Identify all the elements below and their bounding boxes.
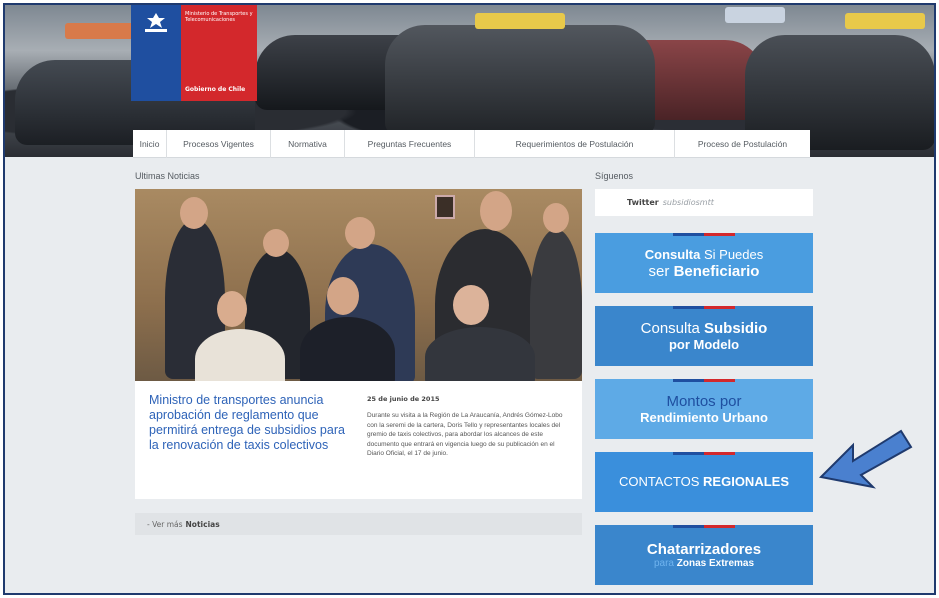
check-eligibility-button[interactable]: Consulta Si Puedes ser Beneficiario (595, 233, 813, 293)
car-image (385, 25, 655, 135)
news-section-title: Ultimas Noticias (135, 171, 200, 181)
nav-item-proceso-postulacion[interactable]: Proceso de Postulación (675, 130, 810, 158)
taxi-sign (725, 7, 785, 23)
news-headline-link[interactable]: Ministro de transportes anuncia aprobaci… (149, 393, 354, 453)
regional-contacts-button[interactable]: CONTACTOS REGIONALES (595, 452, 813, 512)
wall-portrait (435, 195, 455, 219)
pointer-arrow-icon (818, 429, 913, 489)
coat-of-arms-icon (141, 11, 171, 35)
twitter-follow-link[interactable]: Twitter subsidiosmtt (595, 189, 813, 216)
news-summary: Durante su visita a la Región de La Arau… (367, 412, 563, 457)
scrappers-extreme-zones-button[interactable]: Chatarrizadores para Zonas Extremas (595, 525, 813, 585)
nav-item-inicio[interactable]: Inicio (133, 130, 167, 158)
subsidy-by-model-button[interactable]: Consulta Subsidio por Modelo (595, 306, 813, 366)
taxi-sign (475, 13, 565, 29)
urban-performance-amounts-button[interactable]: Montos por Rendimiento Urbano (595, 379, 813, 439)
news-card[interactable]: Ministro de transportes anuncia aprobaci… (135, 189, 582, 499)
more-news-label: Noticias (185, 519, 220, 529)
taxi-sign (845, 13, 925, 29)
news-date: 25 de junio de 2015 (367, 395, 440, 403)
follow-section-title: Síguenos (595, 171, 634, 181)
gov-logo[interactable]: Ministerio de Transportes y Telecomunica… (131, 5, 257, 101)
nav-item-normativa[interactable]: Normativa (271, 130, 345, 158)
nav-item-requerimientos[interactable]: Requerimientos de Postulación (475, 130, 675, 158)
logo-gov-text: Gobierno de Chile (185, 86, 246, 93)
main-nav: Inicio Procesos Vigentes Normativa Pregu… (133, 130, 810, 158)
flag-stripe (673, 233, 735, 236)
more-news-link[interactable]: - Ver más Noticias (135, 513, 582, 535)
taxi-sign (65, 23, 135, 39)
logo-ministry-text: Ministerio de Transportes y Telecomunica… (185, 11, 253, 23)
news-photo[interactable] (135, 189, 582, 381)
flag-stripe (673, 379, 735, 382)
twitter-handle: subsidiosmtt (662, 198, 714, 207)
flag-stripe (673, 452, 735, 455)
flag-stripe (673, 306, 735, 309)
nav-item-preguntas-frecuentes[interactable]: Preguntas Frecuentes (345, 130, 475, 158)
more-news-prefix: - Ver más (147, 519, 183, 529)
nav-item-procesos-vigentes[interactable]: Procesos Vigentes (167, 130, 271, 158)
twitter-label: Twitter (627, 198, 659, 207)
flag-stripe (673, 525, 735, 528)
page-frame: Ministerio de Transportes y Telecomunica… (3, 3, 936, 595)
